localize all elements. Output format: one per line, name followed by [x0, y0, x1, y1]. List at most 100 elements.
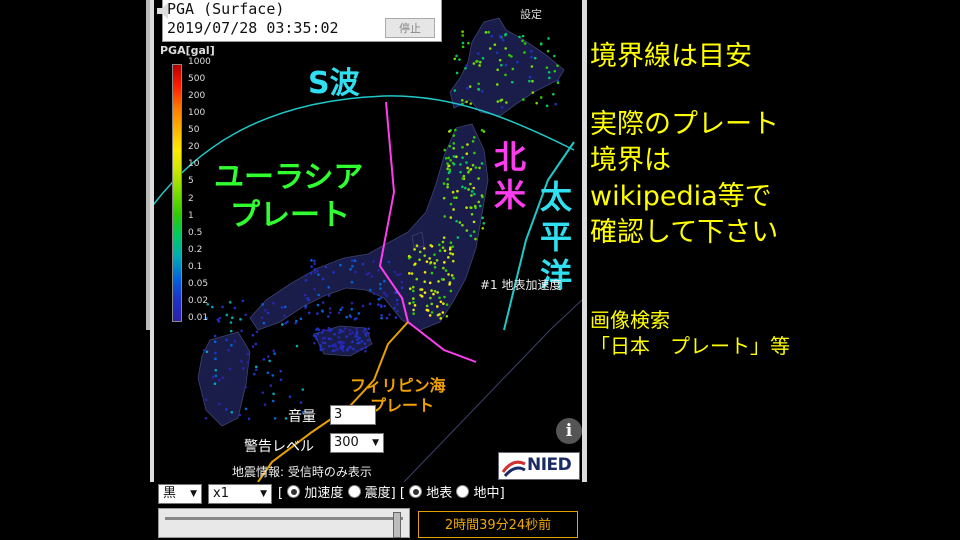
- station-dot: [261, 303, 264, 306]
- station-dot: [453, 57, 457, 61]
- station-dot: [469, 182, 472, 186]
- station-dot: [385, 294, 389, 298]
- stop-button[interactable]: 停止: [385, 18, 435, 38]
- station-dot: [315, 337, 318, 341]
- speaker-icon[interactable]: [154, 0, 176, 22]
- station-dot: [528, 75, 532, 79]
- station-dot: [213, 334, 217, 338]
- station-dot: [319, 345, 322, 348]
- station-dot: [458, 58, 461, 61]
- station-dot: [348, 328, 351, 332]
- station-dot: [315, 328, 318, 331]
- station-dot: [221, 376, 225, 380]
- station-dot: [321, 337, 325, 340]
- station-dot: [452, 276, 455, 280]
- station-dot: [272, 392, 275, 396]
- station-dot: [413, 304, 417, 307]
- display-options: [ 加速度 震度] [ 地表 地中]: [278, 484, 505, 504]
- station-dot: [299, 401, 303, 404]
- settings-link[interactable]: 設定: [520, 6, 542, 22]
- station-dot: [382, 291, 386, 295]
- station-dot: [313, 287, 316, 291]
- station-dot: [376, 303, 380, 306]
- elapsed-time: 2時間39分24秒前: [418, 511, 578, 538]
- kyoshin-monitor-app: PGA[gal] 1000 500 200 100 50 20 10 5 2 1 0.5 0.2 0.1…: [150, 0, 587, 540]
- overlay-line-3: 境界は: [590, 145, 671, 176]
- station-dot: [469, 234, 473, 237]
- station-dot: [476, 59, 479, 63]
- station-dot: [476, 52, 480, 55]
- station-dot: [458, 221, 462, 224]
- station-dot: [396, 273, 399, 277]
- speed-select[interactable]: x1 ▼: [208, 484, 272, 504]
- station-dot: [441, 311, 445, 314]
- station-dot: [478, 166, 481, 170]
- info-icon[interactable]: i: [556, 418, 582, 444]
- station-dot: [396, 302, 399, 306]
- station-dot: [445, 303, 449, 306]
- station-dot: [327, 337, 331, 340]
- station-dot: [430, 271, 434, 275]
- station-dot: [281, 323, 284, 326]
- station-dot: [214, 357, 217, 361]
- station-dot: [351, 264, 354, 268]
- pga-color-bar: [172, 64, 182, 322]
- station-dot: [461, 177, 465, 180]
- station-dot: [477, 87, 480, 91]
- timestamp: 2019/07/28 03:35:02: [167, 19, 339, 37]
- intensity-radio[interactable]: [347, 485, 361, 498]
- station-dot: [304, 279, 308, 282]
- pga-tick-label: 10: [188, 159, 200, 170]
- station-dot: [461, 30, 464, 33]
- station-dot: [461, 45, 465, 49]
- station-dot: [254, 368, 258, 371]
- station-dot: [309, 272, 313, 275]
- quake-info-text: 地震情報: 受信時のみ表示: [232, 465, 372, 479]
- station-dot: [228, 300, 232, 304]
- station-dot: [472, 136, 476, 139]
- station-dot: [244, 313, 248, 317]
- station-dot: [214, 351, 217, 355]
- station-dot: [442, 266, 445, 270]
- station-dot: [472, 186, 476, 190]
- volume-input[interactable]: 3: [330, 405, 376, 425]
- station-dot: [333, 343, 337, 346]
- surface-label[interactable]: 地表: [426, 486, 452, 501]
- station-dot: [218, 402, 221, 406]
- intensity-label[interactable]: 震度: [365, 486, 391, 501]
- background-color-select[interactable]: 黒 ▼: [158, 484, 202, 504]
- station-dot: [443, 148, 447, 152]
- station-dot: [423, 291, 427, 294]
- station-dot: [459, 163, 462, 166]
- station-dot: [313, 271, 317, 274]
- time-slider[interactable]: [158, 508, 410, 538]
- station-dot: [429, 261, 433, 264]
- underground-radio[interactable]: [456, 485, 470, 498]
- time-slider-thumb[interactable]: [393, 512, 401, 538]
- station-dot: [306, 297, 309, 300]
- station-dot: [202, 349, 206, 352]
- eurasia-plate-label-2: プレート: [230, 198, 350, 233]
- station-dot: [442, 236, 446, 239]
- underground-label[interactable]: 地中: [474, 486, 500, 501]
- surface-radio[interactable]: [409, 485, 423, 498]
- station-dot: [461, 145, 464, 149]
- alert-level-select[interactable]: 300 ▼: [330, 433, 384, 453]
- pga-tick-label: 500: [188, 74, 206, 85]
- station-dot: [442, 182, 446, 185]
- station-dot: [449, 241, 453, 244]
- station-dot: [452, 196, 456, 199]
- station-dot: [441, 246, 445, 249]
- station-dot: [504, 73, 507, 77]
- accel-label[interactable]: 加速度: [304, 486, 343, 501]
- station-dot: [450, 274, 454, 277]
- station-dot: [350, 301, 354, 305]
- station-dot: [461, 156, 464, 159]
- nied-mark-icon: [501, 460, 526, 477]
- mode-bracket-open: [: [278, 486, 284, 501]
- station-dot: [462, 174, 466, 178]
- station-dot: [446, 177, 449, 181]
- accel-radio[interactable]: [287, 485, 301, 498]
- station-dot: [451, 190, 455, 194]
- station-dot: [482, 222, 486, 225]
